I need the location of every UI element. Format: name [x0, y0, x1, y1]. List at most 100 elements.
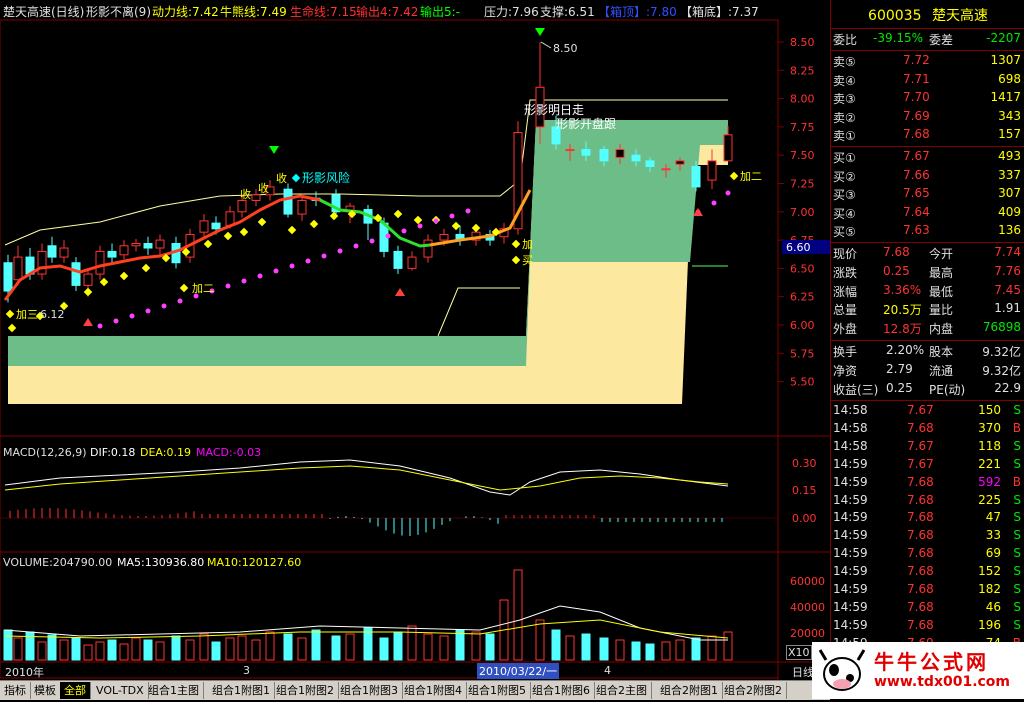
sell-row: 卖⑤ 7.72 1307 — [831, 53, 1024, 71]
tick-volume: 69 — [985, 546, 1001, 561]
trail-dot — [369, 238, 375, 244]
annotation-text: 形影明日走 — [524, 103, 584, 117]
tab-4[interactable]: 组合1主图 — [144, 682, 204, 699]
tick-time: 14:59 — [833, 492, 868, 507]
price-axis-label: 7.00 — [790, 206, 815, 219]
volume-bar — [225, 637, 235, 661]
sell-label: 卖④ — [833, 73, 856, 88]
tab-2[interactable]: 全部 — [60, 682, 91, 699]
tick-volume: 47 — [985, 510, 1001, 525]
trail-dot — [241, 278, 247, 284]
volume-bar — [565, 635, 575, 661]
cow-logo-icon — [818, 649, 866, 691]
sell-row: 卖④ 7.71 698 — [831, 72, 1024, 90]
volume-axis-label: 40000 — [790, 601, 825, 614]
buy-arrow-icon — [83, 318, 93, 326]
tick-side: S — [1013, 546, 1021, 561]
buy-price: 7.63 — [903, 223, 930, 237]
trail-diamond — [451, 221, 461, 231]
tick-volume: 225 — [978, 492, 1001, 507]
watermark-title: 牛牛公式网 — [874, 650, 989, 674]
trail-diamond — [329, 211, 339, 221]
tick-row: 14:58 7.67 150 S — [831, 403, 1024, 421]
stat-label: 涨幅 — [833, 284, 858, 299]
buy-label: 买⑤ — [833, 225, 856, 239]
tab-11[interactable]: 组合2主图 — [592, 682, 652, 699]
stat-label: 股本 — [929, 345, 954, 359]
candle-body — [599, 149, 609, 162]
tick-side: S — [1013, 599, 1021, 614]
chart-area[interactable]: 8.508.258.007.757.507.257.006.756.506.25… — [0, 0, 830, 699]
candle-body — [155, 239, 165, 249]
candle-body — [297, 199, 307, 215]
tab-8[interactable]: 组合1附图4 — [400, 682, 467, 699]
header-item-5: 压力:7.96 — [484, 5, 539, 19]
tab-13[interactable]: 组合2附图2 — [720, 682, 787, 699]
sell-arrow-icon — [535, 28, 545, 36]
trail-diamond — [7, 323, 17, 333]
trail-diamond — [257, 217, 267, 227]
stat-value: 9.32亿 — [982, 345, 1021, 359]
volume-axis-label: 20000 — [790, 627, 825, 640]
tab-3[interactable]: VOL-TDX — [92, 682, 149, 699]
volume-bar — [283, 633, 293, 661]
trail-diamond — [99, 277, 109, 287]
tick-row: 14:58 7.67 118 S — [831, 439, 1024, 457]
volume-bar — [485, 633, 495, 661]
signal-diamond — [179, 283, 189, 293]
trail-dot — [273, 268, 279, 274]
trail-diamond — [471, 223, 481, 233]
high-label: 8.50 — [553, 42, 578, 55]
tick-time: 14:59 — [833, 474, 868, 489]
macd-dif: DIF:0.18 — [90, 446, 136, 459]
weibi-value: -39.15% — [873, 31, 924, 45]
macd-value: MACD:-0.03 — [196, 446, 262, 459]
tick-price: 7.67 — [907, 438, 934, 453]
stat-label: 量比 — [929, 303, 954, 318]
tab-10[interactable]: 组合1附图6 — [528, 682, 595, 699]
volume-bar — [47, 634, 57, 661]
header-item-2: 生命线:7.15 — [290, 5, 357, 19]
buy-volume: 409 — [998, 204, 1021, 219]
tab-12[interactable]: 组合2附图1 — [656, 682, 723, 699]
tick-price: 7.68 — [907, 492, 934, 507]
tab-6[interactable]: 组合1附图2 — [272, 682, 339, 699]
tab-5[interactable]: 组合1附图1 — [208, 682, 275, 699]
tick-time: 14:59 — [833, 582, 868, 596]
candle-body — [645, 160, 655, 168]
tab-0[interactable]: 指标 — [0, 682, 31, 699]
tab-9[interactable]: 组合1附图5 — [464, 682, 531, 699]
tab-1[interactable]: 模板 — [30, 682, 61, 699]
volume-bar — [551, 629, 561, 661]
volume-bar — [513, 569, 523, 661]
sell-label: 卖⑤ — [833, 55, 856, 69]
stat-value: 2.20% — [886, 343, 925, 357]
stat-label: 流通 — [929, 364, 954, 378]
volume-bar — [581, 633, 591, 661]
trail-diamond — [119, 271, 129, 281]
stat-value: 76898 — [982, 320, 1021, 335]
macd-axis-label: 0.00 — [792, 512, 817, 525]
stat-label: 最低 — [929, 284, 954, 299]
sell-price: 7.68 — [903, 127, 930, 141]
price-axis-label: 5.50 — [790, 376, 815, 389]
sell-price: 7.71 — [903, 71, 930, 86]
sell-volume: 157 — [998, 127, 1021, 141]
tick-side: S — [1013, 528, 1021, 543]
tick-time: 14:58 — [833, 420, 868, 435]
tick-time: 14:59 — [833, 599, 868, 614]
kline-chart[interactable]: 8.508.258.007.757.507.257.006.756.506.25… — [0, 0, 830, 680]
sell-row: 卖① 7.68 157 — [831, 127, 1024, 145]
stat-value: 3.36% — [883, 282, 922, 297]
tab-7[interactable]: 组合1附图3 — [336, 682, 403, 699]
candle-body — [251, 194, 261, 201]
annotation-text: 收 — [276, 171, 287, 185]
buy-row: 买② 7.66 337 — [831, 168, 1024, 186]
candle-body — [615, 149, 625, 158]
header-item-0: 动力线:7.42 — [152, 5, 219, 19]
trail-dot — [225, 283, 231, 289]
macd-dea: DEA:0.19 — [140, 446, 191, 459]
tick-side: S — [1013, 582, 1021, 596]
buy-arrow-icon — [395, 288, 405, 296]
period-label[interactable]: 日线 — [792, 664, 814, 680]
